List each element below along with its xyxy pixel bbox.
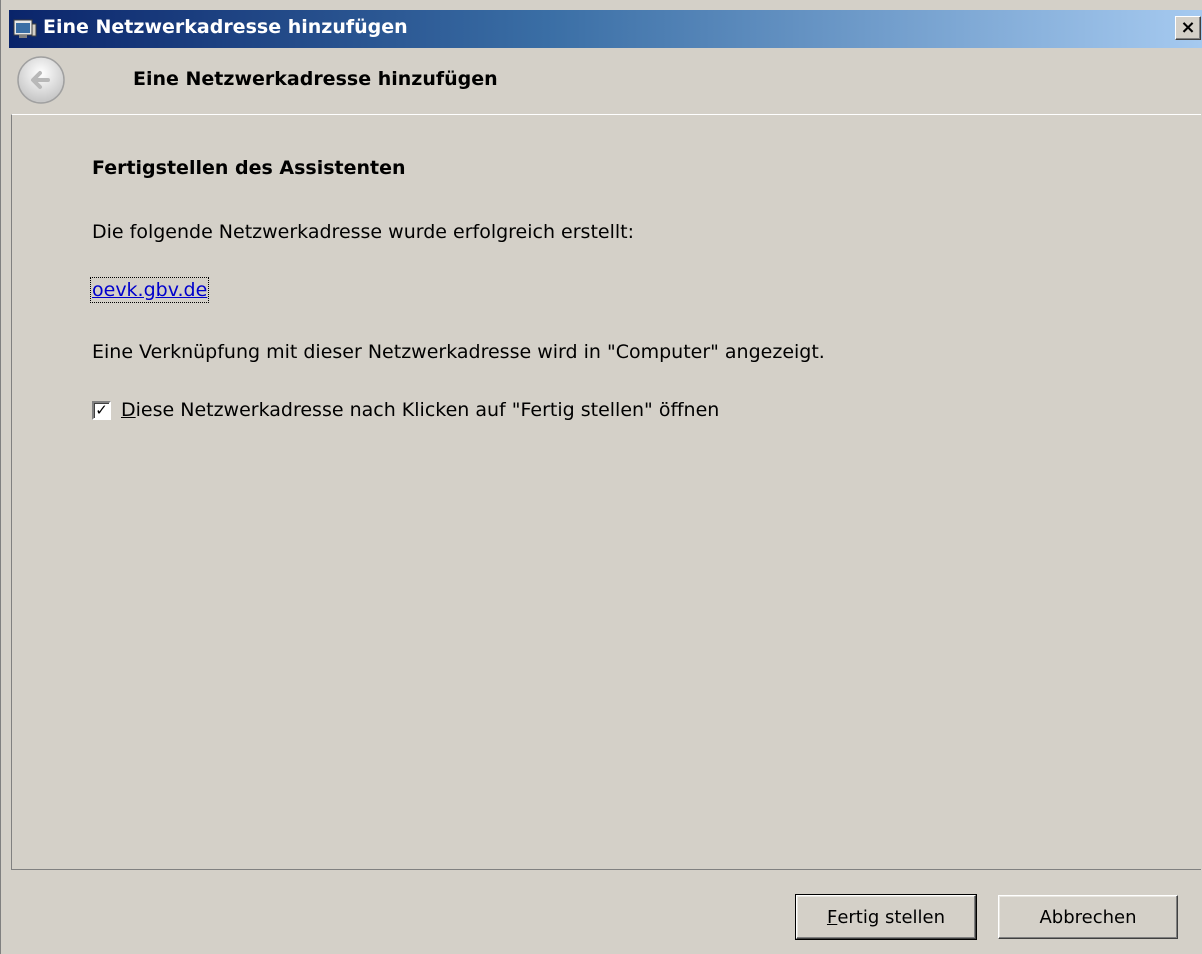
cancel-button[interactable]: Abbrechen xyxy=(998,895,1178,939)
page-heading: Fertigstellen des Assistenten xyxy=(92,157,406,179)
wizard-content: Fertigstellen des Assistenten Die folgen… xyxy=(11,114,1201,870)
wizard-header: Eine Netzwerkadresse hinzufügen xyxy=(9,48,1202,114)
close-button[interactable]: × xyxy=(1175,16,1201,40)
window-title: Eine Netzwerkadresse hinzufügen xyxy=(43,16,408,38)
close-icon: × xyxy=(1180,17,1196,38)
intro-text: Die folgende Netzwerkadresse wurde erfol… xyxy=(92,221,635,243)
shortcut-info-text: Eine Verknüpfung mit dieser Netzwerkadre… xyxy=(92,341,825,363)
checkmark-icon: ✓ xyxy=(95,400,108,419)
network-window-icon xyxy=(13,19,37,38)
finish-button[interactable]: Fertig stellen xyxy=(795,894,977,940)
wizard-window: Eine Netzwerkadresse hinzufügen × Eine N… xyxy=(0,0,1202,954)
open-after-finish-checkbox[interactable]: ✓ xyxy=(92,400,111,420)
open-after-finish-option[interactable]: ✓ Diese Netzwerkadresse nach Klicken auf… xyxy=(92,399,719,421)
title-bar[interactable]: Eine Netzwerkadresse hinzufügen × xyxy=(9,10,1202,48)
open-after-finish-label[interactable]: Diese Netzwerkadresse nach Klicken auf "… xyxy=(121,399,719,421)
back-arrow-icon[interactable] xyxy=(15,54,67,106)
wizard-title: Eine Netzwerkadresse hinzufügen xyxy=(133,68,498,90)
network-address-link[interactable]: oevk.gbv.de xyxy=(89,277,210,303)
